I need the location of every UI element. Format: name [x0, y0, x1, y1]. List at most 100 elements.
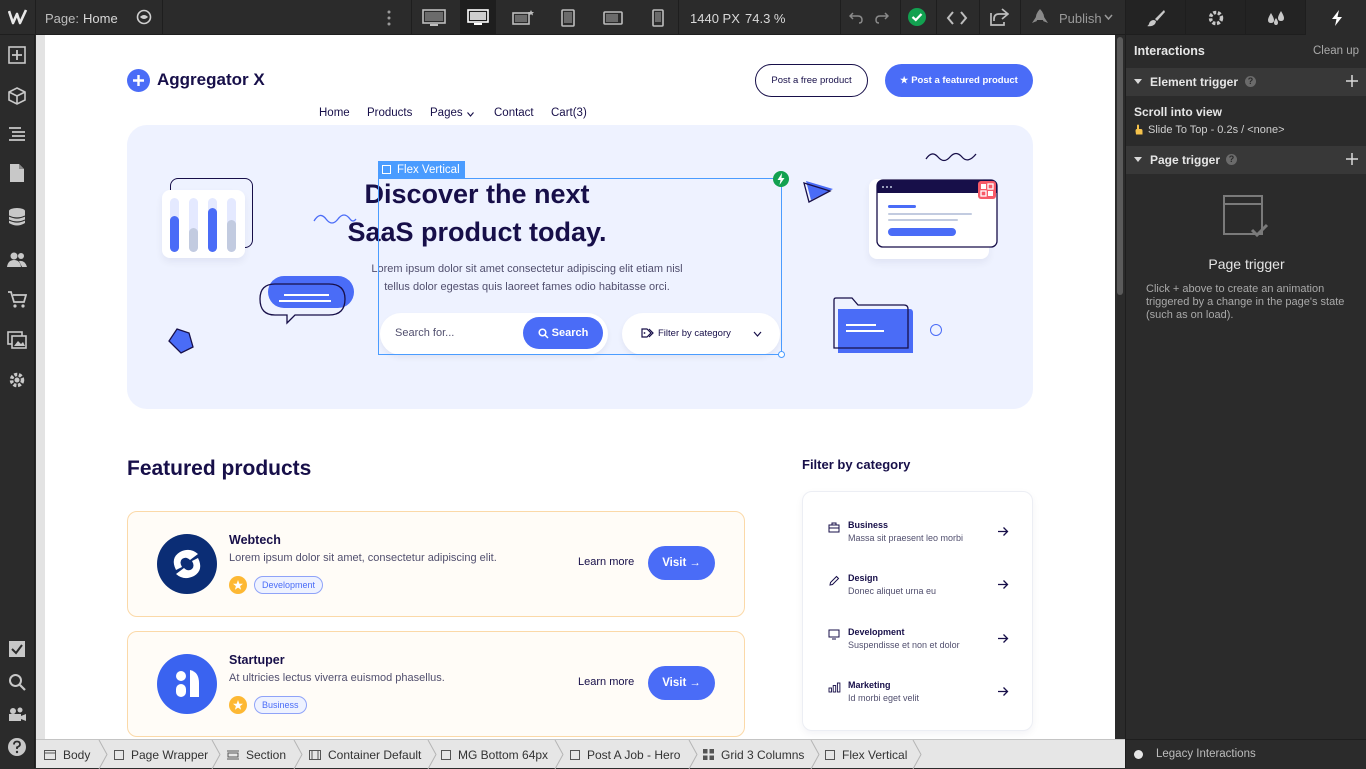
tab-style[interactable]: [1126, 0, 1186, 35]
help-icon[interactable]: [6, 736, 28, 758]
canvas-width-readout[interactable]: 1440 PX: [690, 11, 740, 26]
settings-gear-icon[interactable]: [6, 369, 28, 391]
breakpoint-mobile-portrait-icon[interactable]: [640, 0, 676, 35]
code-export-icon[interactable]: [946, 10, 968, 26]
page-trigger-section-header[interactable]: Page trigger ?: [1126, 146, 1366, 174]
users-icon[interactable]: [6, 248, 28, 270]
category-item-development[interactable]: Development Suspendisse et non et dolor: [828, 625, 1018, 665]
visit-button[interactable]: Visit →: [648, 546, 715, 580]
category-description: Suspendisse et non et dolor: [848, 640, 960, 650]
flex-grid-badge-icon[interactable]: [978, 181, 996, 199]
breadcrumb-item-container-default[interactable]: Container Default: [309, 740, 421, 769]
interaction-lightning-badge-icon[interactable]: [773, 171, 789, 187]
undo-icon[interactable]: [849, 10, 863, 24]
tab-style-manager[interactable]: [1246, 0, 1306, 35]
breadcrumb-item-section[interactable]: Section: [227, 740, 286, 769]
learn-more-link[interactable]: Learn more: [578, 556, 634, 568]
page-canvas[interactable]: Aggregator X Home Products Pages Contact…: [45, 35, 1115, 739]
ecommerce-cart-icon[interactable]: [6, 288, 28, 310]
audit-checklist-icon[interactable]: [6, 638, 28, 660]
video-tutorials-icon[interactable]: [6, 703, 28, 725]
components-cube-icon[interactable]: [6, 85, 28, 107]
nav-contact[interactable]: Contact: [494, 107, 534, 119]
product-card[interactable]: Startuper At ultricies lectus viverra eu…: [127, 631, 745, 737]
page-name[interactable]: Home: [83, 11, 118, 26]
breadcrumb-item-mg-bottom[interactable]: MG Bottom 64px: [441, 740, 548, 769]
page-label: Page:: [45, 11, 79, 26]
section-icon: [227, 750, 239, 760]
legacy-interactions-bar[interactable]: Legacy Interactions: [1126, 739, 1366, 768]
arrow-right-icon: [997, 633, 1009, 644]
nav-pages[interactable]: Pages: [430, 107, 463, 119]
resize-handle[interactable]: [778, 351, 785, 358]
status-check-icon[interactable]: [907, 7, 927, 27]
add-elements-icon[interactable]: [6, 44, 28, 66]
canvas-scrollbar-thumb[interactable]: [1117, 37, 1123, 295]
brush-icon: [1146, 9, 1165, 26]
help-circle-icon[interactable]: ?: [1245, 76, 1256, 87]
breakpoint-large-desktop-icon[interactable]: [416, 0, 452, 35]
element-trigger-section-header[interactable]: Element trigger ?: [1126, 68, 1366, 96]
post-free-product-button[interactable]: Post a free product: [755, 64, 868, 97]
rocket-icon[interactable]: [1030, 8, 1050, 26]
category-item-marketing[interactable]: Marketing Id morbi eget velit: [828, 678, 1018, 718]
assets-images-icon[interactable]: [6, 329, 28, 351]
pages-icon[interactable]: [6, 162, 28, 184]
more-options-icon[interactable]: [386, 9, 392, 27]
legacy-toggle-dot-icon[interactable]: [1134, 750, 1143, 759]
redo-icon[interactable]: [875, 10, 889, 24]
nav-home[interactable]: Home: [319, 107, 350, 119]
lightning-icon: [1331, 9, 1342, 26]
share-icon[interactable]: [989, 8, 1009, 26]
scroll-into-view-trigger[interactable]: Scroll into view: [1134, 105, 1222, 119]
breadcrumb-item-flex-vertical[interactable]: Flex Vertical: [825, 740, 907, 769]
product-name[interactable]: Startuper: [229, 653, 285, 667]
breakpoint-tablet-landscape-icon[interactable]: [505, 0, 541, 35]
brand-logo-icon[interactable]: [127, 69, 150, 92]
cms-database-icon[interactable]: [6, 206, 28, 228]
product-tag[interactable]: Business: [254, 696, 307, 714]
publish-button[interactable]: Publish: [1059, 11, 1102, 26]
clean-up-button[interactable]: Clean up: [1313, 45, 1359, 57]
add-trigger-plus-icon[interactable]: [1346, 75, 1358, 87]
tab-settings[interactable]: [1186, 0, 1246, 35]
webflow-logo-icon[interactable]: [8, 8, 28, 26]
breadcrumb-separator: [211, 740, 221, 769]
category-item-design[interactable]: Design Donec aliquet urna eu: [828, 571, 1018, 611]
help-circle-icon[interactable]: ?: [1226, 154, 1237, 165]
breadcrumb-item-body[interactable]: Body: [44, 740, 90, 769]
breadcrumb-separator: [554, 740, 564, 769]
folder-illustration: [832, 297, 914, 355]
nav-products[interactable]: Products: [367, 107, 412, 119]
breakpoint-tablet-icon[interactable]: [550, 0, 586, 35]
breadcrumb-item-page-wrapper[interactable]: Page Wrapper: [114, 740, 208, 769]
breadcrumb-item-grid-3-columns[interactable]: Grid 3 Columns: [703, 740, 804, 769]
search-icon[interactable]: [6, 671, 28, 693]
canvas-scrollbar-track[interactable]: [1115, 35, 1125, 739]
scroll-animation-detail[interactable]: Slide To Top - 0.2s / <none>: [1148, 124, 1285, 136]
selected-element-label[interactable]: Flex Vertical: [378, 161, 465, 178]
product-card[interactable]: Webtech Lorem ipsum dolor sit amet, cons…: [127, 511, 745, 617]
category-description: Donec aliquet urna eu: [848, 586, 937, 596]
breakpoint-desktop-icon[interactable]: [460, 0, 496, 35]
learn-more-link[interactable]: Learn more: [578, 676, 634, 688]
interactions-panel: Interactions Clean up Element trigger ? …: [1125, 0, 1366, 768]
add-trigger-plus-icon[interactable]: [1346, 153, 1358, 165]
visit-button[interactable]: Visit →: [648, 666, 715, 700]
tab-interactions[interactable]: [1306, 0, 1366, 35]
product-name[interactable]: Webtech: [229, 533, 281, 547]
category-item-business[interactable]: Business Massa sit praesent leo morbi: [828, 518, 1018, 558]
product-tag[interactable]: Development: [254, 576, 324, 594]
chevron-down-icon[interactable]: [1104, 14, 1113, 20]
zoom-readout[interactable]: 74.3 %: [745, 11, 785, 26]
navigator-icon[interactable]: [6, 123, 28, 145]
nav-cart[interactable]: Cart(3): [551, 107, 587, 119]
designer-left-toolbar: [0, 35, 35, 768]
selected-element-outline[interactable]: [378, 178, 782, 355]
preview-eye-icon[interactable]: [135, 9, 153, 25]
nav-pages-chevron-icon[interactable]: [467, 112, 474, 117]
brand-name[interactable]: Aggregator X: [157, 70, 265, 90]
breadcrumb-item-post-a-job-hero[interactable]: Post A Job - Hero: [570, 740, 680, 769]
post-featured-product-button[interactable]: ★ Post a featured product: [885, 64, 1033, 97]
breakpoint-mobile-landscape-icon[interactable]: [595, 0, 631, 35]
